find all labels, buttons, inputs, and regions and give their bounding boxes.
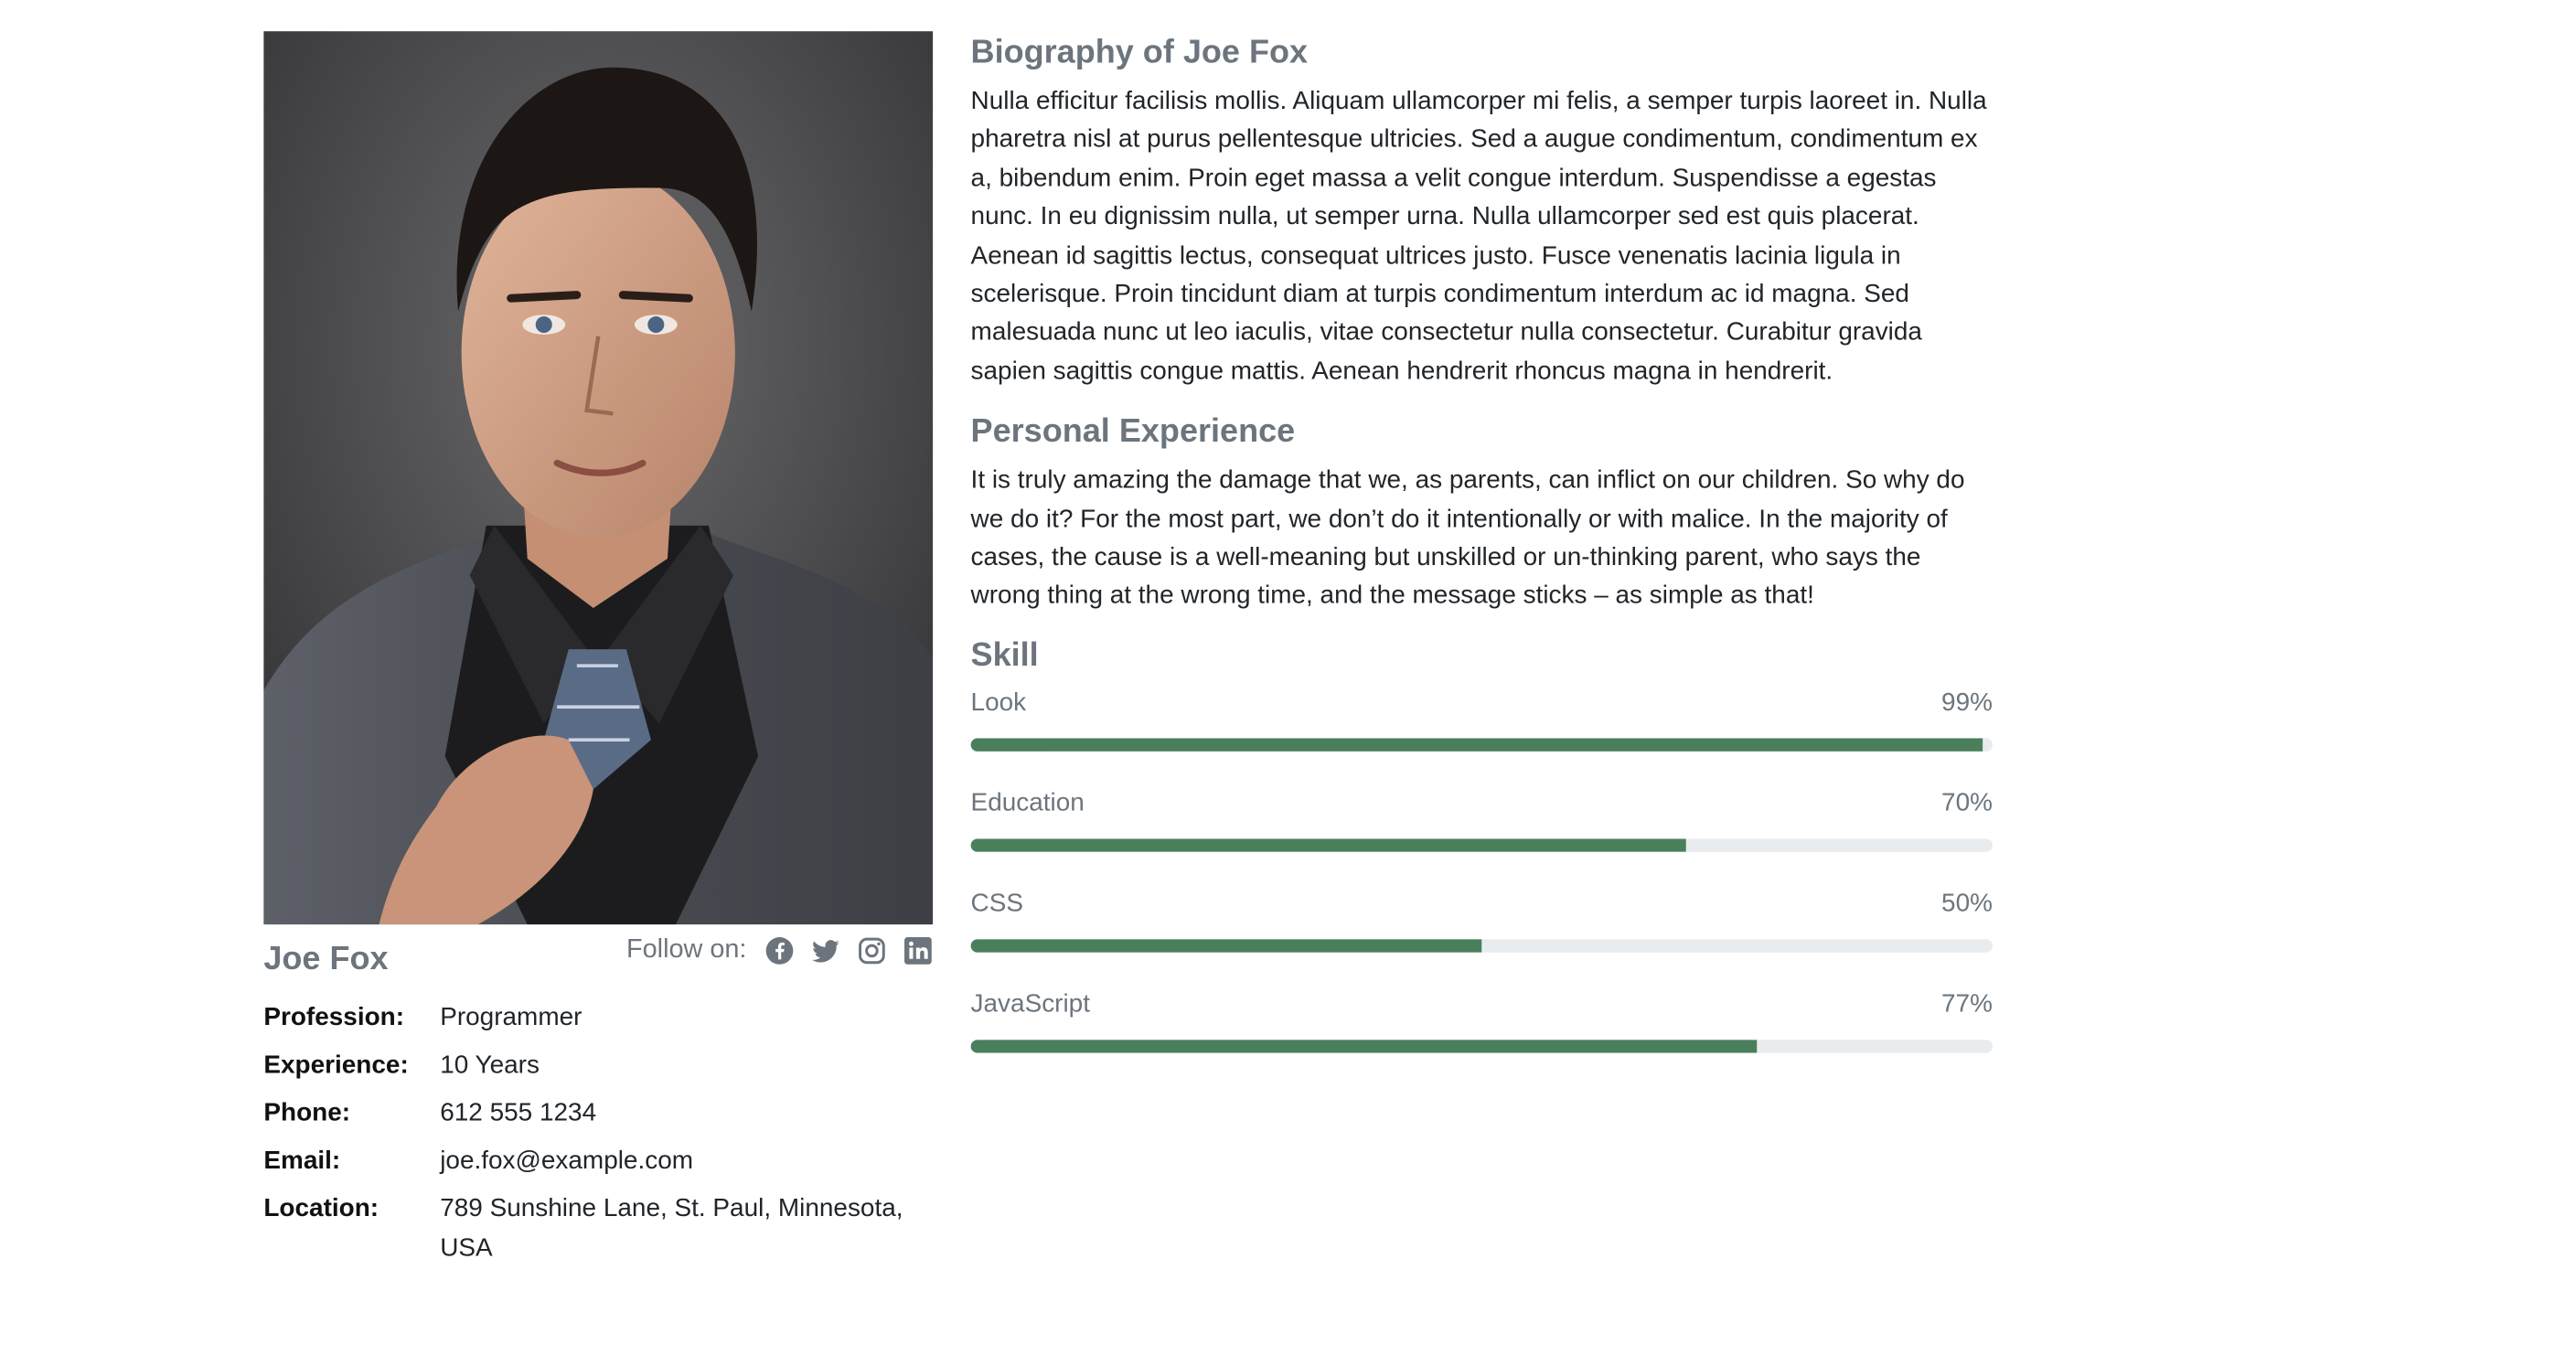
profile-photo: [263, 31, 934, 925]
biography-heading: Biography of Joe Fox: [970, 34, 1309, 71]
email-link[interactable]: joe.fox@example.com: [440, 1142, 933, 1180]
skill-progress-bar: [970, 1040, 1993, 1053]
info-value: Programmer: [440, 1003, 583, 1032]
skill-progress-bar: [970, 939, 1993, 953]
profile-details: Biography of Joe Fox Nulla efficitur fac…: [970, 29, 1993, 1053]
info-key: Profession:: [263, 1003, 405, 1032]
skill-progress-bar: [970, 838, 1993, 852]
info-key: Experience:: [263, 1051, 409, 1080]
skill-education: Education 70%: [970, 785, 1993, 852]
skill-heading: Skill: [970, 637, 1039, 674]
profile-page: Joe Fox Follow on: Profession: Programme…: [0, 0, 2576, 1354]
skill-label: CSS: [970, 890, 1024, 918]
skill-label: JavaScript: [970, 989, 1090, 1019]
skill-percent: 70%: [1941, 789, 1993, 817]
instagram-icon[interactable]: [857, 936, 886, 966]
info-row-experience: Experience: 10 Years: [263, 1046, 933, 1084]
info-key: Phone:: [263, 1099, 351, 1127]
skill-progress-fill: [970, 838, 1686, 852]
phone-link[interactable]: 612 555 1234: [440, 1094, 933, 1133]
twitter-icon[interactable]: [811, 936, 840, 966]
experience-heading: Personal Experience: [970, 413, 1296, 451]
info-value: 10 Years: [440, 1051, 540, 1080]
skill-progress-fill: [970, 1040, 1758, 1053]
info-key: Email:: [263, 1147, 341, 1176]
info-row-profession: Profession: Programmer: [263, 998, 933, 1037]
skill-percent: 99%: [1941, 688, 1993, 717]
skill-percent: 50%: [1941, 890, 1993, 918]
skill-progress-bar: [970, 738, 1993, 752]
linkedin-icon[interactable]: [903, 936, 933, 966]
skill-label: Look: [970, 688, 1027, 717]
biography-text: Nulla efficitur facilisis mollis. Aliqua…: [970, 87, 1987, 386]
skill-look: Look 99%: [970, 686, 1993, 752]
info-row-location: Location: 789 Sunshine Lane, St. Paul, M…: [263, 1190, 933, 1267]
follow-label: Follow on:: [626, 935, 747, 965]
skill-javascript: JavaScript 77%: [970, 987, 1993, 1053]
info-key: Location:: [263, 1194, 379, 1223]
experience-text: It is truly amazing the damage that we, …: [970, 466, 1965, 611]
info-row-email: Email: joe.fox@example.com: [263, 1142, 933, 1180]
skill-progress-fill: [970, 738, 1983, 752]
skill-css: CSS 50%: [970, 886, 1993, 953]
facebook-icon[interactable]: [764, 936, 794, 966]
info-value: 789 Sunshine Lane, St. Paul, Minnesota, …: [440, 1194, 903, 1262]
follow-links: Follow on:: [626, 936, 933, 966]
profile-info: Profession: Programmer Experience: 10 Ye…: [263, 998, 933, 1276]
profile-name: Joe Fox: [263, 941, 389, 977]
skill-percent: 77%: [1941, 989, 1993, 1019]
skill-label: Education: [970, 789, 1085, 817]
info-row-phone: Phone: 612 555 1234: [263, 1094, 933, 1133]
skill-progress-fill: [970, 939, 1482, 953]
